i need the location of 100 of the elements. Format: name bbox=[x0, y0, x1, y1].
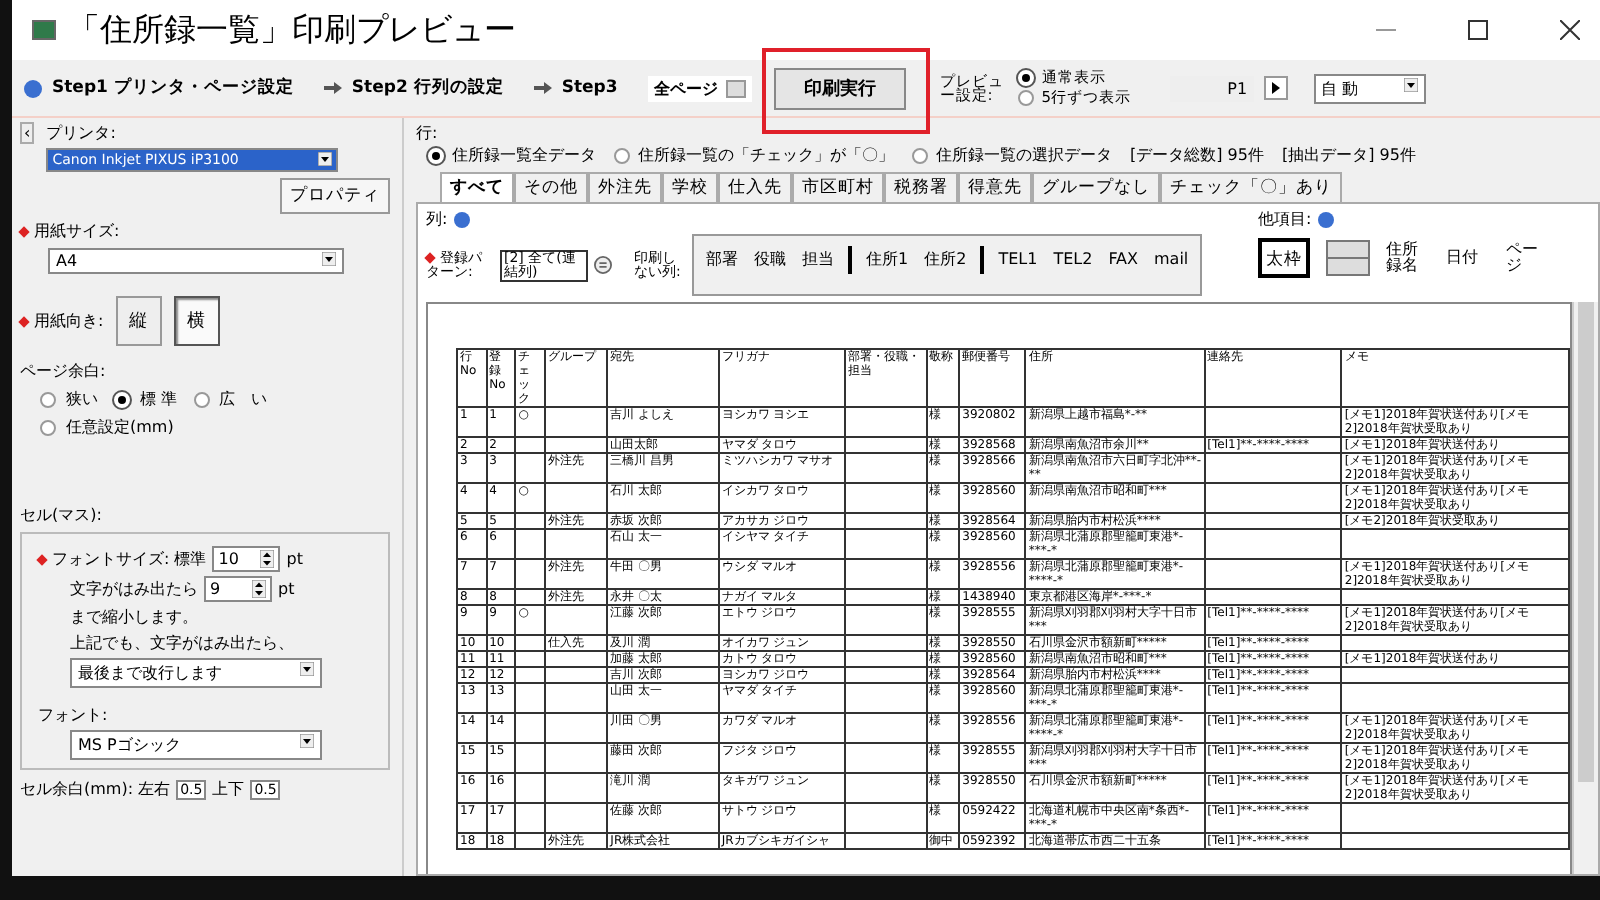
column-chip[interactable]: FAX bbox=[1100, 246, 1147, 272]
check-cell bbox=[515, 803, 545, 833]
group-tab[interactable]: 市区町村 bbox=[792, 172, 884, 202]
step-label: Step2 行列の設定 bbox=[351, 76, 504, 100]
column-chip[interactable]: 住所2 bbox=[916, 244, 975, 274]
paper-size-dropdown[interactable]: A4 bbox=[48, 248, 344, 274]
group-cell bbox=[544, 529, 608, 559]
arrow-icon bbox=[323, 82, 342, 94]
group-tab[interactable]: その他 bbox=[514, 172, 588, 202]
department-cell bbox=[844, 683, 927, 713]
maximize-icon[interactable] bbox=[1468, 20, 1488, 40]
row-filter-radio[interactable]: 住所録一覧の「チェック」が「〇」 bbox=[614, 144, 894, 166]
other-items-label: 他項目: bbox=[1258, 208, 1312, 230]
check-cell bbox=[515, 453, 545, 483]
shrink-label: まで縮小します。 bbox=[68, 606, 200, 628]
dropdown-caret-icon[interactable] bbox=[1403, 77, 1418, 91]
help-icon[interactable] bbox=[1317, 211, 1334, 227]
font-size-spinner[interactable]: 10 bbox=[212, 546, 281, 572]
department-cell bbox=[844, 713, 927, 743]
thick-frame-button[interactable]: 太枠 bbox=[1258, 238, 1310, 278]
shrink-label: 文字がはみ出たら bbox=[70, 578, 198, 600]
help-icon[interactable] bbox=[453, 211, 470, 227]
font-label: フォント: bbox=[38, 704, 110, 726]
spinner-arrows-icon[interactable] bbox=[260, 550, 275, 568]
contact-cell bbox=[1204, 483, 1342, 513]
window-icon bbox=[32, 20, 56, 40]
column-chip[interactable]: TEL1 bbox=[990, 246, 1046, 272]
group-tab[interactable]: 税務署 bbox=[884, 172, 958, 202]
contact-cell bbox=[1204, 453, 1342, 483]
dropdown-caret-icon[interactable] bbox=[322, 252, 336, 266]
check-cell bbox=[515, 713, 545, 743]
other-item-label[interactable]: 日付 bbox=[1446, 250, 1490, 266]
total-count: [データ総数] 95件 bbox=[1130, 144, 1264, 166]
column-chip[interactable]: 部署 bbox=[698, 244, 746, 274]
cell-margin-label: セル余白(mm): 左右 bbox=[20, 778, 171, 800]
collapse-button[interactable]: ‹ bbox=[20, 122, 35, 144]
window-title: 「住所録一覧」印刷プレビュー bbox=[68, 9, 516, 51]
other-item-label[interactable]: ページ bbox=[1506, 242, 1550, 274]
radio-dot[interactable] bbox=[40, 419, 56, 435]
group-tab[interactable]: 外注先 bbox=[588, 172, 662, 202]
spinner-arrows-icon[interactable] bbox=[252, 580, 266, 598]
shrink-size-spinner[interactable]: 9 bbox=[204, 576, 272, 602]
department-cell bbox=[844, 559, 927, 589]
margin-radio[interactable]: 標 準 bbox=[114, 388, 178, 410]
row-filter-radio[interactable]: 住所録一覧の選択データ bbox=[912, 144, 1112, 166]
contact-cell bbox=[1204, 559, 1342, 589]
margin-radio[interactable]: 狭い bbox=[40, 388, 98, 410]
font-dropdown[interactable]: MS Pゴシック bbox=[70, 730, 322, 760]
overflow-dropdown[interactable]: 最後まで改行します bbox=[70, 658, 322, 688]
group-tab[interactable]: チェック「〇」あり bbox=[1160, 172, 1342, 202]
page-range-dropdown[interactable]: 全ページ bbox=[647, 75, 752, 101]
next-page-button[interactable] bbox=[1263, 76, 1288, 100]
group-tab[interactable]: 仕入先 bbox=[718, 172, 792, 202]
dropdown-caret-icon[interactable] bbox=[300, 734, 314, 748]
department-cell bbox=[844, 483, 927, 513]
radio-dot[interactable] bbox=[912, 147, 928, 163]
step-label: Step1 プリンタ・ページ設定 bbox=[52, 76, 294, 100]
column-chip[interactable]: TEL2 bbox=[1045, 246, 1101, 272]
group-cell bbox=[544, 407, 608, 437]
list-icon[interactable] bbox=[594, 256, 612, 274]
margin-radio[interactable]: 広 い bbox=[193, 388, 268, 410]
grid-frame-icon[interactable] bbox=[1326, 240, 1370, 276]
column-label: 列: bbox=[426, 208, 448, 230]
group-tab[interactable]: 学校 bbox=[662, 172, 718, 202]
close-icon[interactable] bbox=[1560, 20, 1580, 40]
margin-label: ページ余白: bbox=[20, 360, 108, 382]
column-chip[interactable]: 住所1 bbox=[858, 244, 917, 274]
group-tab[interactable]: グループなし bbox=[1032, 172, 1160, 202]
dropdown-caret-icon[interactable] bbox=[300, 662, 314, 676]
orientation-button[interactable]: 横 bbox=[173, 296, 220, 346]
check-cell bbox=[515, 773, 545, 803]
column-chip[interactable]: 担当 bbox=[794, 244, 842, 274]
cell-margin-label: 上下 bbox=[212, 778, 245, 800]
properties-button[interactable]: プロパティ bbox=[280, 178, 390, 214]
cell-group-label: セル(マス): bbox=[20, 504, 104, 526]
row-filter-label: 行: bbox=[416, 122, 440, 144]
group-tab[interactable]: 得意先 bbox=[958, 172, 1032, 202]
other-item-label[interactable]: 住所録名 bbox=[1386, 242, 1430, 274]
orientation-button[interactable]: 縦 bbox=[115, 296, 162, 346]
radio-dot[interactable] bbox=[40, 391, 56, 407]
radio-dot[interactable] bbox=[1017, 90, 1034, 106]
arrow-icon bbox=[533, 82, 552, 94]
group-cell bbox=[544, 803, 608, 833]
column-chip[interactable]: mail bbox=[1146, 246, 1197, 272]
row-filter-radio[interactable]: 住所録一覧全データ bbox=[428, 144, 596, 166]
column-chip[interactable]: 役職 bbox=[746, 244, 794, 274]
group-cell bbox=[544, 683, 608, 713]
check-cell bbox=[515, 529, 545, 559]
zoom-dropdown[interactable]: 自 動 bbox=[1313, 73, 1426, 103]
department-cell bbox=[844, 529, 927, 559]
radio-dot[interactable] bbox=[614, 147, 630, 163]
group-tab[interactable]: すべて bbox=[440, 172, 514, 202]
group-cell bbox=[544, 743, 608, 773]
help-icon[interactable] bbox=[24, 79, 42, 97]
print-button[interactable]: 印刷実行 bbox=[773, 67, 906, 109]
group-cell bbox=[544, 605, 608, 635]
vertical-scrollbar[interactable] bbox=[1572, 302, 1598, 874]
dropdown-caret-icon[interactable] bbox=[318, 152, 333, 166]
radio-dot[interactable] bbox=[193, 391, 210, 407]
margin-radio[interactable]: 任意設定(mm) bbox=[40, 416, 174, 438]
